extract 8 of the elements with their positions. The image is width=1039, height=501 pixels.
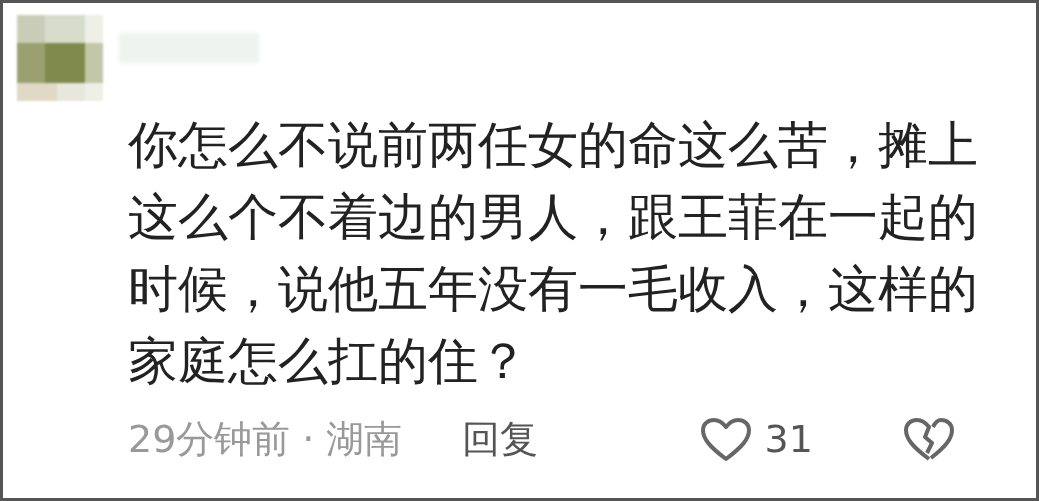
broken-heart-icon: [902, 416, 955, 463]
dislike-button[interactable]: [902, 416, 955, 463]
reply-button[interactable]: 回复: [462, 411, 539, 468]
comment-time: 29分钟前: [128, 416, 291, 463]
like-button[interactable]: 31: [700, 411, 813, 468]
comment-location: 湖南: [326, 416, 403, 463]
separator: ·: [302, 416, 315, 463]
comment-text: 你怎么不说前两任女的命这么苦，摊上这么个不着边的男人，跟王菲在一起的时候，说他五年没有一毛收入，这样的家庭怎么扛的住？: [128, 115, 979, 392]
